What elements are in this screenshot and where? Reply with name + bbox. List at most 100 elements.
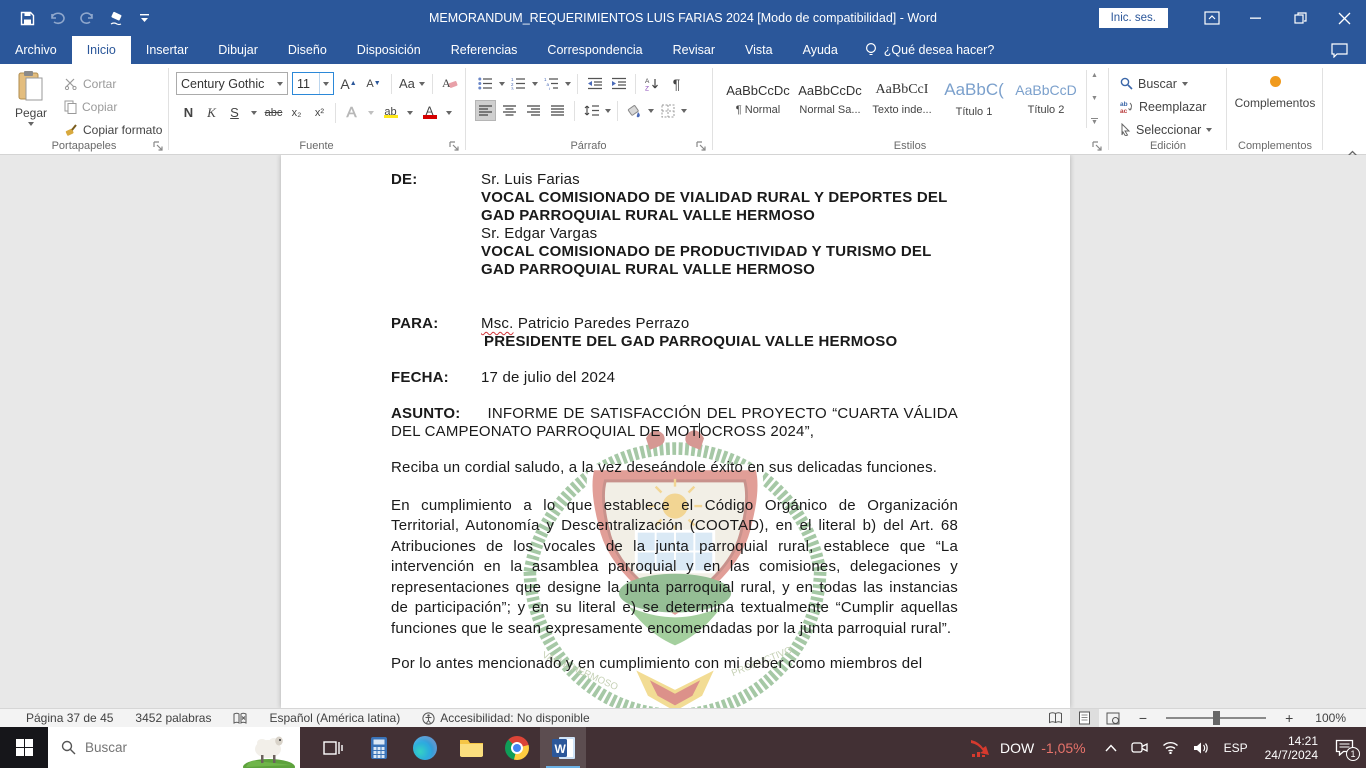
document-page[interactable]: VALLE HERMOSO PRODUCTIVO DE: Sr. Luis Fa… <box>281 155 1070 708</box>
styles-dialog-launcher-icon[interactable] <box>1092 141 1104 153</box>
wifi-icon[interactable] <box>1155 727 1186 768</box>
font-size-combobox[interactable]: 11 <box>292 72 334 95</box>
underline-chevron-icon[interactable] <box>251 111 257 115</box>
shrink-font-button[interactable]: A▼ <box>363 73 384 94</box>
font-color-button[interactable]: A <box>419 102 440 123</box>
justify-button[interactable] <box>547 100 568 121</box>
align-center-button[interactable] <box>499 100 520 121</box>
clear-formatting-button[interactable]: A <box>440 73 461 94</box>
bullets-button[interactable] <box>475 73 496 94</box>
highlight-chevron-icon[interactable] <box>407 111 413 115</box>
numbering-button[interactable]: 123 <box>508 73 529 94</box>
tab-insertar[interactable]: Insertar <box>131 36 203 64</box>
cut-button[interactable]: Cortar <box>64 72 162 95</box>
text-effects-button[interactable]: A <box>341 102 362 123</box>
styles-more-icon[interactable]: ▼ <box>1091 118 1098 126</box>
zoom-slider-thumb[interactable] <box>1213 711 1220 725</box>
font-color-chevron-icon[interactable] <box>446 111 452 115</box>
tab-correspondencia[interactable]: Correspondencia <box>532 36 657 64</box>
styles-scroll-up-icon[interactable]: ▲ <box>1091 72 1098 79</box>
italic-button[interactable]: K <box>201 102 222 123</box>
multilevel-list-button[interactable]: 1ai <box>541 73 562 94</box>
tab-disposicion[interactable]: Disposición <box>342 36 436 64</box>
shading-chevron-icon[interactable] <box>648 109 654 113</box>
copy-button[interactable]: Copiar <box>64 95 162 118</box>
tab-dibujar[interactable]: Dibujar <box>203 36 273 64</box>
align-left-button[interactable] <box>475 100 496 121</box>
replace-button[interactable]: abac Reemplazar <box>1120 95 1226 118</box>
word-button[interactable]: W <box>540 727 586 768</box>
style-no-spacing[interactable]: AaBbCcDc Normal Sa... <box>794 71 866 127</box>
paste-button[interactable]: Pegar <box>8 64 54 141</box>
increase-indent-button[interactable] <box>608 73 629 94</box>
search-highlight-image[interactable] <box>238 727 300 768</box>
ribbon-display-options-icon[interactable] <box>1190 0 1234 36</box>
borders-chevron-icon[interactable] <box>681 109 687 113</box>
grow-font-button[interactable]: A▲ <box>338 73 359 94</box>
edge-button[interactable] <box>402 727 448 768</box>
style-titulo-2[interactable]: AaBbCcD Título 2 <box>1010 71 1082 127</box>
font-dialog-launcher-icon[interactable] <box>449 141 461 153</box>
superscript-button[interactable]: x² <box>309 102 330 123</box>
proofing-errors-icon[interactable] <box>222 712 258 725</box>
bold-button[interactable]: N <box>178 102 199 123</box>
taskbar-search[interactable] <box>48 727 300 768</box>
styles-scroll-down-icon[interactable]: ▼ <box>1091 95 1098 102</box>
tab-archivo[interactable]: Archivo <box>0 36 72 64</box>
zoom-slider[interactable] <box>1166 717 1266 719</box>
tell-me-box[interactable]: ¿Qué desea hacer? <box>853 36 1007 64</box>
addins-button[interactable]: Complementos <box>1228 64 1322 110</box>
page-count[interactable]: Página 37 de 45 <box>0 711 124 725</box>
word-count[interactable]: 3452 palabras <box>124 711 222 725</box>
numbering-chevron-icon[interactable] <box>532 82 538 86</box>
accessibility-status[interactable]: Accesibilidad: No disponible <box>411 711 600 725</box>
stock-widget[interactable]: DOW -1,05% <box>957 737 1098 759</box>
zoom-out-button[interactable]: − <box>1128 710 1158 726</box>
web-layout-button[interactable] <box>1099 709 1128 727</box>
clipboard-dialog-launcher-icon[interactable] <box>153 141 165 153</box>
line-spacing-chevron-icon[interactable] <box>605 109 611 113</box>
zoom-level[interactable]: 100% <box>1304 711 1366 725</box>
shading-button[interactable] <box>624 100 645 121</box>
redo-icon[interactable] <box>80 11 95 25</box>
document-text[interactable]: DE: Sr. Luis Farias VOCAL COMISIONADO DE… <box>281 155 1070 675</box>
restore-button[interactable] <box>1278 0 1322 36</box>
hidden-icons-chevron-icon[interactable] <box>1098 727 1124 768</box>
language-indicator[interactable]: Español (América latina) <box>258 711 411 725</box>
show-marks-button[interactable]: ¶ <box>666 73 687 94</box>
start-button[interactable] <box>0 727 48 768</box>
style-titulo-1[interactable]: AaBbC( Título 1 <box>938 71 1010 127</box>
tab-ayuda[interactable]: Ayuda <box>788 36 853 64</box>
subscript-button[interactable]: x₂ <box>286 102 307 123</box>
save-icon[interactable] <box>20 11 35 26</box>
keyboard-language[interactable]: ESP <box>1216 741 1256 755</box>
print-layout-button[interactable] <box>1070 709 1099 727</box>
find-button[interactable]: Buscar <box>1120 72 1226 95</box>
font-name-combobox[interactable]: Century Gothic <box>176 72 288 95</box>
document-canvas[interactable]: VALLE HERMOSO PRODUCTIVO DE: Sr. Luis Fa… <box>0 155 1366 708</box>
tab-diseno[interactable]: Diseño <box>273 36 342 64</box>
line-spacing-button[interactable] <box>581 100 602 121</box>
undo-icon[interactable] <box>49 11 66 25</box>
tab-revisar[interactable]: Revisar <box>658 36 730 64</box>
customize-qat-icon[interactable] <box>140 13 149 23</box>
strikethrough-button[interactable]: abc <box>263 102 284 123</box>
close-button[interactable] <box>1322 0 1366 36</box>
decrease-indent-button[interactable] <box>584 73 605 94</box>
calculator-button[interactable] <box>356 727 402 768</box>
underline-button[interactable]: S <box>224 102 245 123</box>
chrome-button[interactable] <box>494 727 540 768</box>
style-texto-independiente[interactable]: AaBbCcI Texto inde... <box>866 71 938 127</box>
sign-in-button[interactable]: Inic. ses. <box>1099 8 1168 28</box>
minimize-button[interactable] <box>1234 0 1278 36</box>
zoom-in-button[interactable]: + <box>1274 710 1304 726</box>
eraser-icon[interactable] <box>109 11 126 26</box>
multilevel-chevron-icon[interactable] <box>565 82 571 86</box>
volume-icon[interactable] <box>1186 727 1216 768</box>
file-explorer-button[interactable] <box>448 727 494 768</box>
comments-icon[interactable] <box>1313 36 1366 64</box>
align-right-button[interactable] <box>523 100 544 121</box>
change-case-button[interactable]: Aa <box>399 73 425 94</box>
search-input[interactable] <box>85 740 215 755</box>
action-center-button[interactable]: 1 <box>1327 727 1366 768</box>
